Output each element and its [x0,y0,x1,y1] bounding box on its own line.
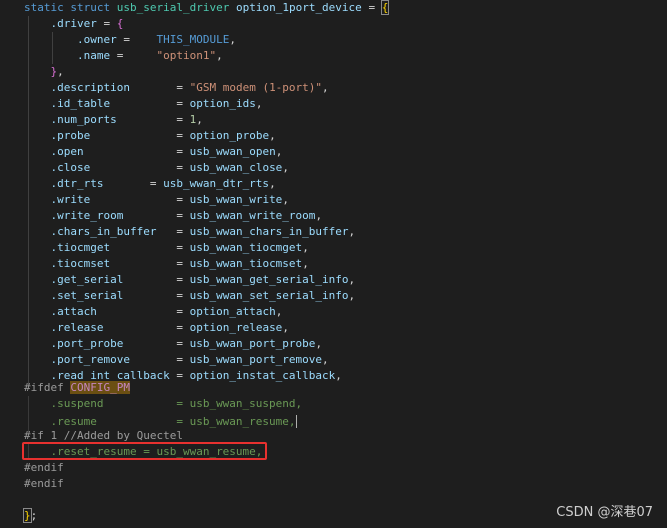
code-line-4[interactable]: .name = "option1", [24,48,223,64]
code-line-9[interactable]: .probe = option_probe, [24,128,276,144]
code-editor[interactable]: static struct usb_serial_driver option_1… [0,0,667,528]
type-name: usb_serial_driver [116,1,230,14]
code-line-30[interactable]: #endif [24,460,64,476]
code-line-16[interactable]: .tiocmget = usb_wwan_tiocmget, [24,240,309,256]
code-line-15[interactable]: .chars_in_buffer = usb_wwan_chars_in_buf… [24,224,356,240]
code-line-7[interactable]: .id_table = option_ids, [24,96,263,112]
code-line-11[interactable]: .close = usb_wwan_close, [24,160,289,176]
code-line-5[interactable]: }, [24,64,64,80]
code-line-21[interactable]: .release = option_release, [24,320,289,336]
code-line-18[interactable]: .get_serial = usb_wwan_get_serial_info, [24,272,356,288]
code-line-2[interactable]: .driver = { [24,16,124,32]
operator: = [368,1,376,14]
code-line-19[interactable]: .set_serial = usb_wwan_set_serial_info, [24,288,356,304]
code-line-22[interactable]: .port_probe = usb_wwan_port_probe, [24,336,323,352]
code-line-6[interactable]: .description = "GSM modem (1-port)", [24,80,329,96]
code-line-31[interactable]: #endif [24,476,64,492]
code-line-23[interactable]: .port_remove = usb_wwan_port_remove, [24,352,329,368]
keyword-static: static [24,1,64,14]
config-pm-macro: CONFIG_PM [70,381,130,394]
code-line-12[interactable]: .dtr_rts = usb_wwan_dtr_rts, [24,176,276,192]
variable-name: option_1port_device [235,1,362,14]
code-line-10[interactable]: .open = usb_wwan_open, [24,144,283,160]
code-line-8[interactable]: .num_ports = 1, [24,112,203,128]
watermark: CSDN @深巷07 [556,505,653,520]
text-cursor [295,415,297,428]
code-line-20[interactable]: .attach = option_attach, [24,304,283,320]
code-line-25[interactable]: #ifdef CONFIG_PM [24,380,130,396]
code-line-27[interactable]: .resume = usb_wwan_resume, [24,412,297,428]
code-line-1[interactable]: static struct usb_serial_driver option_1… [24,0,390,16]
code-line-13[interactable]: .write = usb_wwan_write, [24,192,289,208]
close-brace: } [23,508,32,523]
open-brace: { [380,0,390,15]
highlight-box [22,442,267,460]
code-line-26[interactable]: .suspend = usb_wwan_suspend, [24,396,303,412]
code-line-33[interactable]: }; [23,508,37,524]
code-line-14[interactable]: .write_room = usb_wwan_write_room, [24,208,323,224]
code-line-17[interactable]: .tiocmset = usb_wwan_tiocmset, [24,256,309,272]
keyword-struct: struct [70,1,111,14]
code-line-3[interactable]: .owner = THIS_MODULE, [24,32,236,48]
